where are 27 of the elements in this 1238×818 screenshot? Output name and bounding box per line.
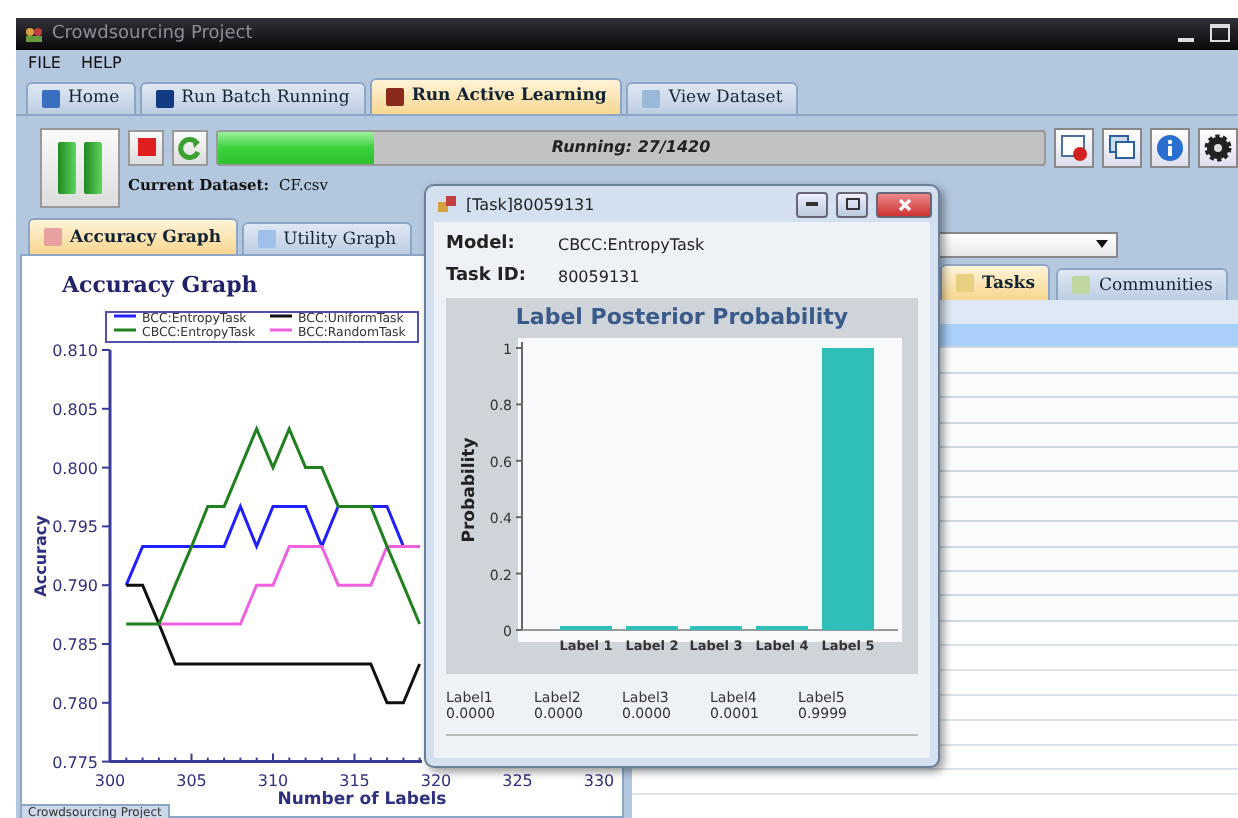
chart-title: Accuracy Graph (62, 272, 258, 298)
tick-label: 0.810 (52, 342, 98, 360)
tick-label: 310 (257, 772, 289, 790)
window-title: Crowdsourcing Project (52, 23, 255, 44)
model-value: CBCC:EntropyTask (558, 235, 705, 253)
chart-title: Label Posterior Probability (515, 304, 849, 330)
axis-title: Probability (460, 437, 480, 543)
tick-label: 0.775 (52, 753, 98, 772)
axis-title: Accuracy (32, 515, 50, 597)
tick-label: 320 (420, 772, 452, 790)
tick-label: 305 (176, 772, 207, 790)
axis-title: Number of Labels (277, 790, 447, 808)
tick-label: 0.780 (52, 694, 98, 713)
progress-status: Running: 27/1420 (551, 138, 711, 157)
tick-label: 315 (339, 772, 370, 790)
tick-label: 0.795 (52, 518, 98, 537)
task-id-label: Task ID: (446, 266, 528, 286)
tick-label: 300 (94, 772, 126, 790)
task-id-value: 80059131 (558, 267, 640, 285)
tick-label: 0.805 (52, 400, 98, 419)
tick-label: 325 (502, 772, 533, 790)
tick-label: 0.800 (52, 459, 98, 478)
tick-label: 0.790 (52, 577, 98, 596)
dialog-title: [Task]80059131 (466, 195, 597, 213)
tick-label: 0.785 (52, 636, 98, 654)
tick-label: 330 (583, 772, 615, 790)
model-label: Model: (446, 234, 517, 254)
